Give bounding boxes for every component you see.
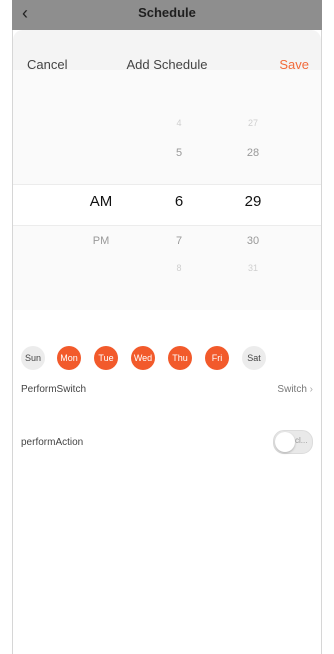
day-fri[interactable]: Fri — [205, 346, 229, 370]
minute-selected[interactable]: 29 — [233, 193, 273, 210]
perform-action-label: performAction — [21, 437, 84, 448]
day-tue[interactable]: Tue — [94, 346, 118, 370]
top-bar: ‹ Schedule — [12, 0, 322, 30]
minute-next-far[interactable]: 31 — [233, 263, 273, 273]
day-wed[interactable]: Wed — [131, 346, 155, 370]
period-selected[interactable]: AM — [81, 193, 121, 210]
minute-prev[interactable]: 28 — [233, 147, 273, 159]
day-mon[interactable]: Mon — [57, 346, 81, 370]
perform-action-toggle[interactable]: cl... — [273, 430, 313, 454]
hour-selected[interactable]: 6 — [159, 193, 199, 210]
day-thu[interactable]: Thu — [168, 346, 192, 370]
add-schedule-sheet: Cancel Add Schedule Save AM PM 4 5 6 7 8… — [12, 30, 322, 654]
period-next[interactable]: PM — [81, 235, 121, 247]
sheet-header: Cancel Add Schedule Save — [13, 30, 321, 72]
hour-next[interactable]: 7 — [159, 235, 199, 247]
day-sat[interactable]: Sat — [242, 346, 266, 370]
hour-prev-far[interactable]: 4 — [159, 118, 199, 128]
top-title: Schedule — [138, 5, 196, 20]
perform-switch-label: PerformSwitch — [21, 384, 87, 395]
toggle-text: cl... — [295, 436, 308, 445]
perform-switch-value[interactable]: Switch › — [277, 384, 313, 395]
perform-switch-value-text: Switch — [277, 384, 307, 395]
minute-prev-far[interactable]: 27 — [233, 118, 273, 128]
minute-next[interactable]: 30 — [233, 235, 273, 247]
hour-prev[interactable]: 5 — [159, 147, 199, 159]
hour-next-far[interactable]: 8 — [159, 263, 199, 273]
day-sun[interactable]: Sun — [21, 346, 45, 370]
toggle-knob — [275, 432, 295, 452]
chevron-right-icon: › — [309, 384, 313, 395]
